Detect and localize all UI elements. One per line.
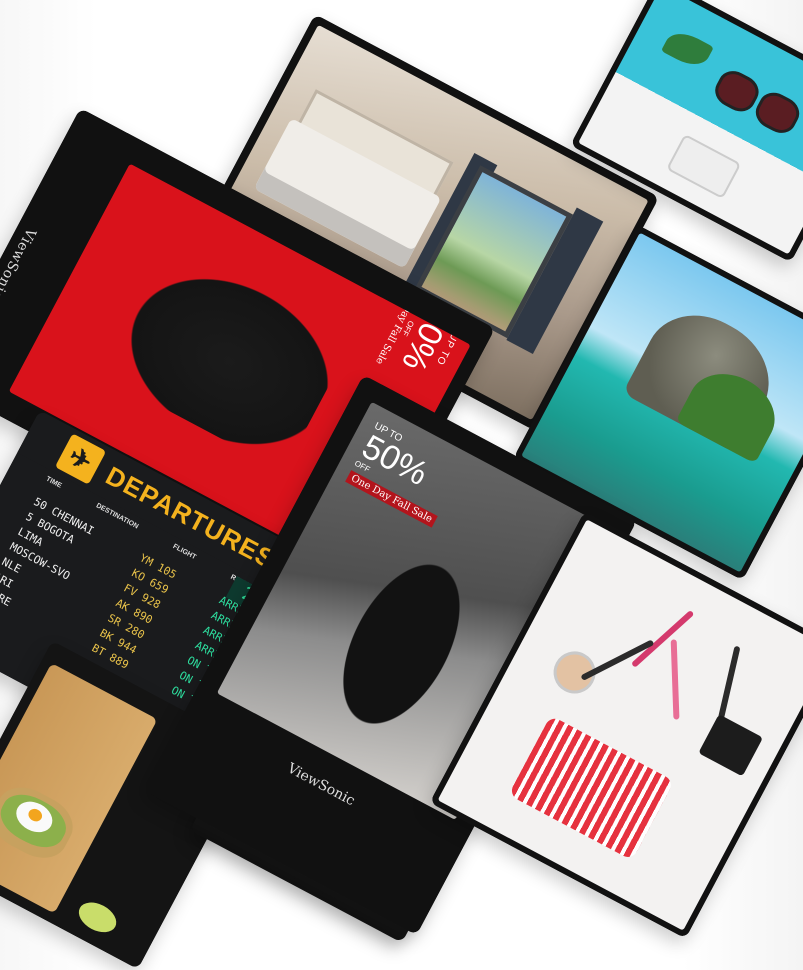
lime-slice (73, 896, 122, 939)
striped-makeup-bag (508, 715, 675, 861)
lip-gloss (670, 639, 680, 720)
sunglasses (709, 65, 803, 139)
displays-collage: ViewSonic UP TO 50% OFF One Day Fall Sal… (0, 0, 803, 970)
plane-icon: ✈ (54, 433, 107, 485)
model-man (88, 227, 359, 472)
header-time: TIME (44, 475, 63, 490)
lipstick (630, 609, 695, 668)
leaf (660, 26, 714, 72)
eyeshadow-palette (698, 714, 764, 777)
eyeliner (716, 645, 741, 725)
phone (666, 133, 742, 200)
